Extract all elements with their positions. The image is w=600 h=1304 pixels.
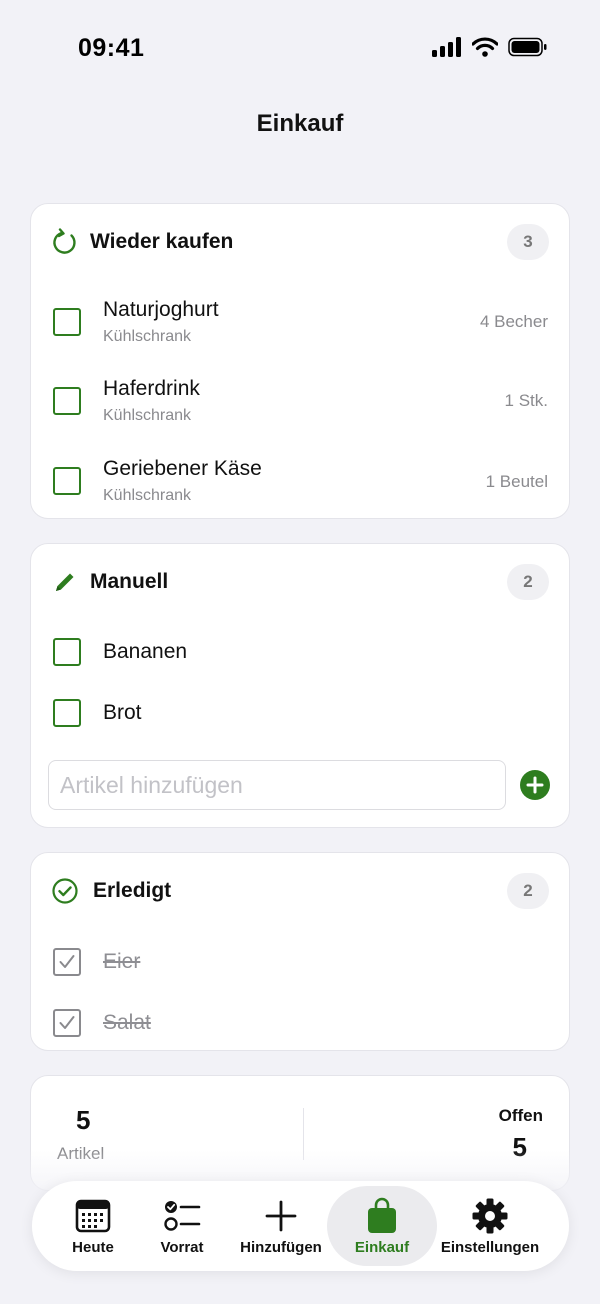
item-location: Kühlschrank	[103, 487, 192, 504]
add-item-button[interactable]	[520, 770, 550, 800]
refresh-icon	[53, 228, 76, 254]
open-count: 5	[512, 1132, 527, 1162]
manual-section: Manuell 2 Bananen Brot	[30, 543, 570, 828]
list-item[interactable]: Geriebener Käse Kühlschrank 1 Beutel	[31, 449, 569, 519]
status-time: 09:41	[78, 34, 145, 62]
item-checkbox[interactable]	[53, 308, 81, 336]
total-label: Artikel	[57, 1144, 105, 1163]
tab-label: Vorrat	[160, 1239, 204, 1256]
tab-label: Heute	[72, 1239, 114, 1256]
item-quantity: 1 Beutel	[485, 472, 548, 491]
item-checkbox[interactable]	[53, 467, 81, 495]
list-item[interactable]: Brot	[31, 689, 569, 739]
item-checkbox[interactable]	[53, 638, 81, 666]
pencil-icon	[56, 573, 74, 591]
tab-vorrat[interactable]: Vorrat	[140, 1181, 224, 1271]
status-icons	[432, 37, 548, 57]
item-quantity: 1 Stk.	[504, 391, 548, 410]
open-label: Offen	[498, 1106, 543, 1125]
count-badge: 2	[507, 873, 549, 909]
list-item[interactable]: Haferdrink Kühlschrank 1 Stk.	[31, 370, 569, 440]
page-title: Einkauf	[256, 110, 344, 137]
item-name: Naturjoghurt	[103, 298, 219, 321]
item-name: Bananen	[103, 640, 188, 663]
tab-einkauf[interactable]: Einkauf	[327, 1186, 437, 1266]
checklist-icon	[164, 1201, 201, 1231]
tab-label: Hinzufügen	[240, 1239, 322, 1256]
item-location: Kühlschrank	[103, 407, 192, 424]
tab-bar: Heute Vorrat Hinzufügen Einkauf Einstell…	[32, 1181, 569, 1271]
shopping-bag-icon	[368, 1197, 396, 1233]
checkmark-icon	[59, 1016, 75, 1029]
item-name: Haferdrink	[103, 377, 200, 400]
tab-label: Einstellungen	[440, 1239, 540, 1256]
gear-icon	[472, 1198, 508, 1234]
list-item[interactable]: Salat	[31, 999, 569, 1049]
manual-section-header: Manuell 2	[31, 544, 569, 620]
item-checkbox-checked[interactable]	[53, 1009, 81, 1037]
battery-icon	[508, 37, 547, 57]
item-name: Eier	[103, 950, 141, 973]
tab-hinzufuegen[interactable]: Hinzufügen	[230, 1181, 332, 1271]
item-name: Geriebener Käse	[103, 457, 262, 480]
list-item[interactable]: Eier	[31, 938, 569, 988]
done-section: Erledigt 2 Eier Salat	[30, 852, 570, 1051]
list-item[interactable]: Naturjoghurt Kühlschrank 4 Becher	[31, 290, 569, 360]
rebuy-section-header: Wieder kaufen 3	[31, 204, 569, 280]
total-count: 5	[76, 1105, 91, 1135]
item-name: Brot	[103, 701, 142, 724]
item-checkbox[interactable]	[53, 387, 81, 415]
check-circle-icon	[52, 878, 78, 904]
section-title: Wieder kaufen	[90, 230, 234, 253]
item-name: Salat	[103, 1011, 151, 1034]
section-title: Erledigt	[93, 879, 172, 902]
plus-icon	[526, 776, 544, 794]
done-section-header: Erledigt 2	[31, 853, 569, 929]
count-badge: 2	[507, 564, 549, 600]
section-title: Manuell	[90, 570, 169, 593]
summary-card: 5 Artikel Offen 5	[30, 1075, 570, 1191]
rebuy-section: Wieder kaufen 3 Naturjoghurt Kühlschrank…	[30, 203, 570, 519]
count-badge: 3	[507, 224, 549, 260]
calendar-icon	[75, 1199, 111, 1233]
checkmark-icon	[59, 955, 75, 968]
status-bar: 09:41	[0, 0, 600, 96]
wifi-icon	[472, 37, 498, 57]
plus-icon	[265, 1200, 297, 1232]
cellular-signal-icon	[432, 37, 461, 57]
item-checkbox[interactable]	[53, 699, 81, 727]
tab-label: Einkauf	[354, 1239, 410, 1256]
tab-heute[interactable]: Heute	[50, 1181, 136, 1271]
tab-einstellungen[interactable]: Einstellungen	[436, 1181, 544, 1271]
add-item-input[interactable]	[48, 760, 506, 810]
item-location: Kühlschrank	[103, 328, 192, 345]
item-quantity: 4 Becher	[479, 312, 548, 331]
summary-divider	[303, 1108, 304, 1160]
list-item[interactable]: Bananen	[31, 628, 569, 678]
item-checkbox-checked[interactable]	[53, 948, 81, 976]
